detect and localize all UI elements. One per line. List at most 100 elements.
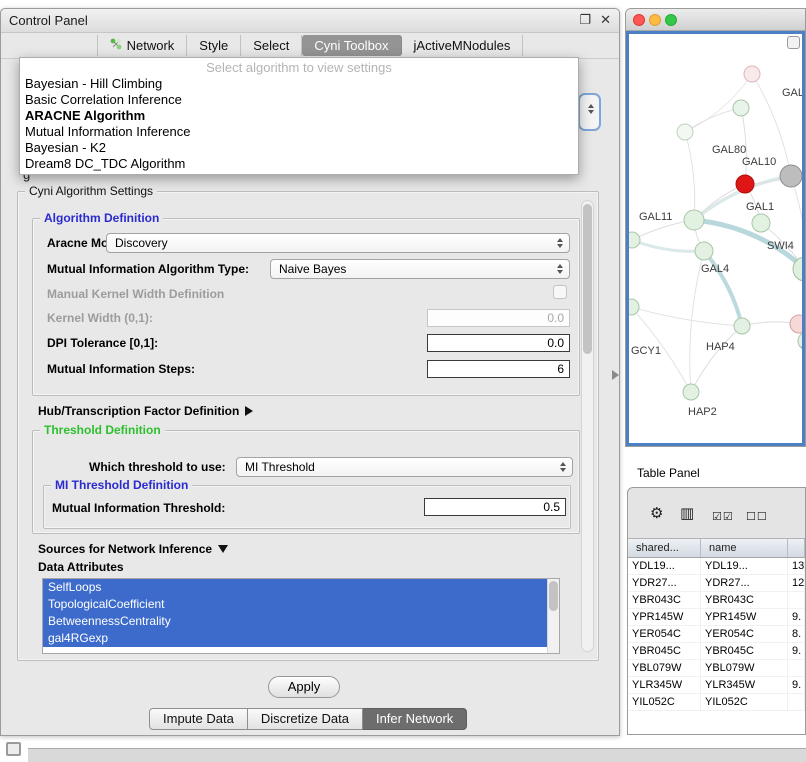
column-header-partial[interactable] (788, 539, 805, 557)
algorithm-popup-item[interactable]: Bayesian - K2 (20, 140, 578, 156)
tab-infer-network[interactable]: Infer Network (363, 708, 467, 730)
network-edge[interactable] (631, 307, 742, 326)
birdseye-toggle-button[interactable] (787, 36, 800, 49)
sources-section-toggle[interactable]: Sources for Network Inference (38, 540, 228, 558)
network-node[interactable] (744, 66, 760, 82)
network-node[interactable] (683, 384, 699, 400)
table-row[interactable]: YBL079WYBL079W (628, 660, 805, 677)
column-header-shared-name[interactable]: shared... (628, 539, 701, 557)
network-node[interactable] (790, 315, 802, 333)
network-node[interactable] (629, 232, 640, 248)
tab-style[interactable]: Style (187, 35, 241, 56)
hub-section-label: Hub/Transcription Factor Definition (38, 404, 239, 418)
network-edge[interactable] (632, 240, 704, 251)
table-row[interactable]: YBR045CYBR045C9. (628, 643, 805, 660)
aracne-mode-combo[interactable]: Discovery (106, 233, 570, 253)
table-cell: YBR045C (701, 643, 788, 659)
network-node[interactable] (629, 299, 639, 315)
float-panel-icon[interactable]: ❐ (579, 12, 591, 28)
which-threshold-combo[interactable]: MI Threshold (236, 457, 573, 477)
algorithm-popup-item[interactable]: ARACNE Algorithm (20, 108, 578, 124)
table-toolbar: ⚙ ▥ ☑☑ ☐☐ (628, 488, 805, 538)
algorithm-popup-item[interactable]: Basic Correlation Inference (20, 92, 578, 108)
select-all-rows-icon[interactable]: ☑☑ (712, 509, 734, 524)
threshold-definition-title: Threshold Definition (40, 423, 165, 437)
control-panel-titlebar: Control Panel ❐ ✕ (1, 9, 619, 33)
attribute-list-item[interactable]: BetweennessCentrality (43, 613, 547, 630)
panel-divider-arrow[interactable] (612, 370, 619, 380)
tab-select[interactable]: Select (241, 35, 302, 56)
settings-gear-icon[interactable]: ⚙ (650, 506, 663, 521)
mi-steps-field[interactable]: 6 (427, 360, 570, 378)
network-node[interactable] (736, 175, 754, 193)
network-edge[interactable] (691, 326, 742, 392)
network-node[interactable] (780, 165, 802, 187)
dpi-tolerance-field[interactable]: 0.0 (427, 334, 570, 352)
close-panel-icon[interactable]: ✕ (600, 12, 611, 28)
network-view-window: GAL8GAL80GAL10GAL11GAL1SWI4GAL4GCY1HAP4Y… (625, 8, 806, 447)
network-edge[interactable] (685, 108, 741, 132)
table-cell (788, 694, 805, 710)
table-cell: YBL079W (701, 660, 788, 676)
scrollbar-thumb[interactable] (583, 204, 592, 354)
tab-jactivemnodules[interactable]: jActiveMNodules (402, 35, 524, 56)
network-node-label: HAP4 (706, 341, 735, 353)
network-node[interactable] (695, 242, 713, 260)
network-node[interactable] (733, 100, 749, 116)
minimize-window-icon[interactable] (649, 14, 661, 26)
network-node[interactable] (684, 210, 704, 230)
table-cell: 8. (788, 626, 805, 642)
algorithm-popup-item[interactable]: Mutual Information Inference (20, 124, 578, 140)
network-node[interactable] (752, 214, 770, 232)
network-node-label: GAL11 (639, 211, 672, 223)
mi-threshold-field[interactable]: 0.5 (424, 498, 566, 516)
tab-network[interactable]: Network (97, 35, 188, 56)
table-panel-window: ⚙ ▥ ☑☑ ☐☐ shared... name YDL19...YDL19..… (627, 487, 806, 735)
table-row[interactable]: YLR345WYLR345W9. (628, 677, 805, 694)
scrollbar-thumb[interactable] (549, 581, 558, 611)
settings-scrollbar[interactable] (581, 200, 594, 652)
manual-kernel-width-checkbox[interactable] (553, 285, 567, 299)
table-cell: YER054C (701, 626, 788, 642)
kernel-width-field[interactable]: 0.0 (427, 309, 570, 327)
mi-algorithm-type-combo[interactable]: Naive Bayes (270, 259, 570, 279)
attribute-list-item[interactable]: SelfLoops (43, 579, 547, 596)
attribute-list-scrollbar[interactable] (547, 579, 559, 653)
network-edge[interactable] (685, 132, 695, 220)
tab-discretize-data[interactable]: Discretize Data (248, 708, 363, 730)
network-node[interactable] (734, 318, 750, 334)
column-header-name[interactable]: name (701, 539, 788, 557)
network-node[interactable] (677, 124, 693, 140)
table-row[interactable]: YBR043CYBR043C (628, 592, 805, 609)
table-row[interactable]: YER054CYER054C8. (628, 626, 805, 643)
attribute-list-item[interactable]: TopologicalCoefficient (43, 596, 547, 613)
obscured-algorithm-combo-end[interactable] (578, 93, 601, 131)
tab-cyni-toolbox[interactable]: Cyni Toolbox (302, 35, 401, 56)
table-cell: 12 (788, 575, 805, 591)
close-window-icon[interactable] (633, 14, 645, 26)
tab-label: jActiveMNodules (414, 38, 511, 53)
column-selector-icon[interactable]: ▥ (680, 506, 694, 521)
table-row[interactable]: YIL052CYIL052C (628, 694, 805, 711)
zoom-window-icon[interactable] (665, 14, 677, 26)
algorithm-definition-group: Algorithm Definition Aracne Mode: Discov… (32, 218, 580, 396)
hub-section-toggle[interactable]: Hub/Transcription Factor Definition (38, 402, 253, 420)
network-node-label: SWI4 (767, 240, 794, 252)
combo-stepper-icon (555, 238, 564, 248)
algorithm-popup-item[interactable]: Bayesian - Hill Climbing (20, 76, 578, 92)
table-row[interactable]: YDL19...YDL19...13 (628, 558, 805, 575)
apply-button[interactable]: Apply (268, 676, 340, 698)
tab-impute-data[interactable]: Impute Data (149, 708, 248, 730)
network-canvas[interactable]: GAL8GAL80GAL10GAL11GAL1SWI4GAL4GCY1HAP4Y… (626, 31, 805, 446)
table-cell: YIL052C (628, 694, 701, 710)
algorithm-popup-item[interactable]: Dream8 DC_TDC Algorithm (20, 156, 578, 172)
network-node-label: GCY1 (631, 345, 661, 357)
table-row[interactable]: YDR27...YDR27...12 (628, 575, 805, 592)
network-node-label: GAL1 (746, 201, 774, 213)
table-row[interactable]: YPR145WYPR145W9. (628, 609, 805, 626)
attribute-list-item[interactable]: gal4RGexp (43, 630, 547, 647)
deselect-all-rows-icon[interactable]: ☐☐ (746, 509, 768, 524)
minimized-panel-icon[interactable] (6, 742, 21, 756)
table-cell: YDR27... (628, 575, 701, 591)
table-cell: YLR345W (701, 677, 788, 693)
